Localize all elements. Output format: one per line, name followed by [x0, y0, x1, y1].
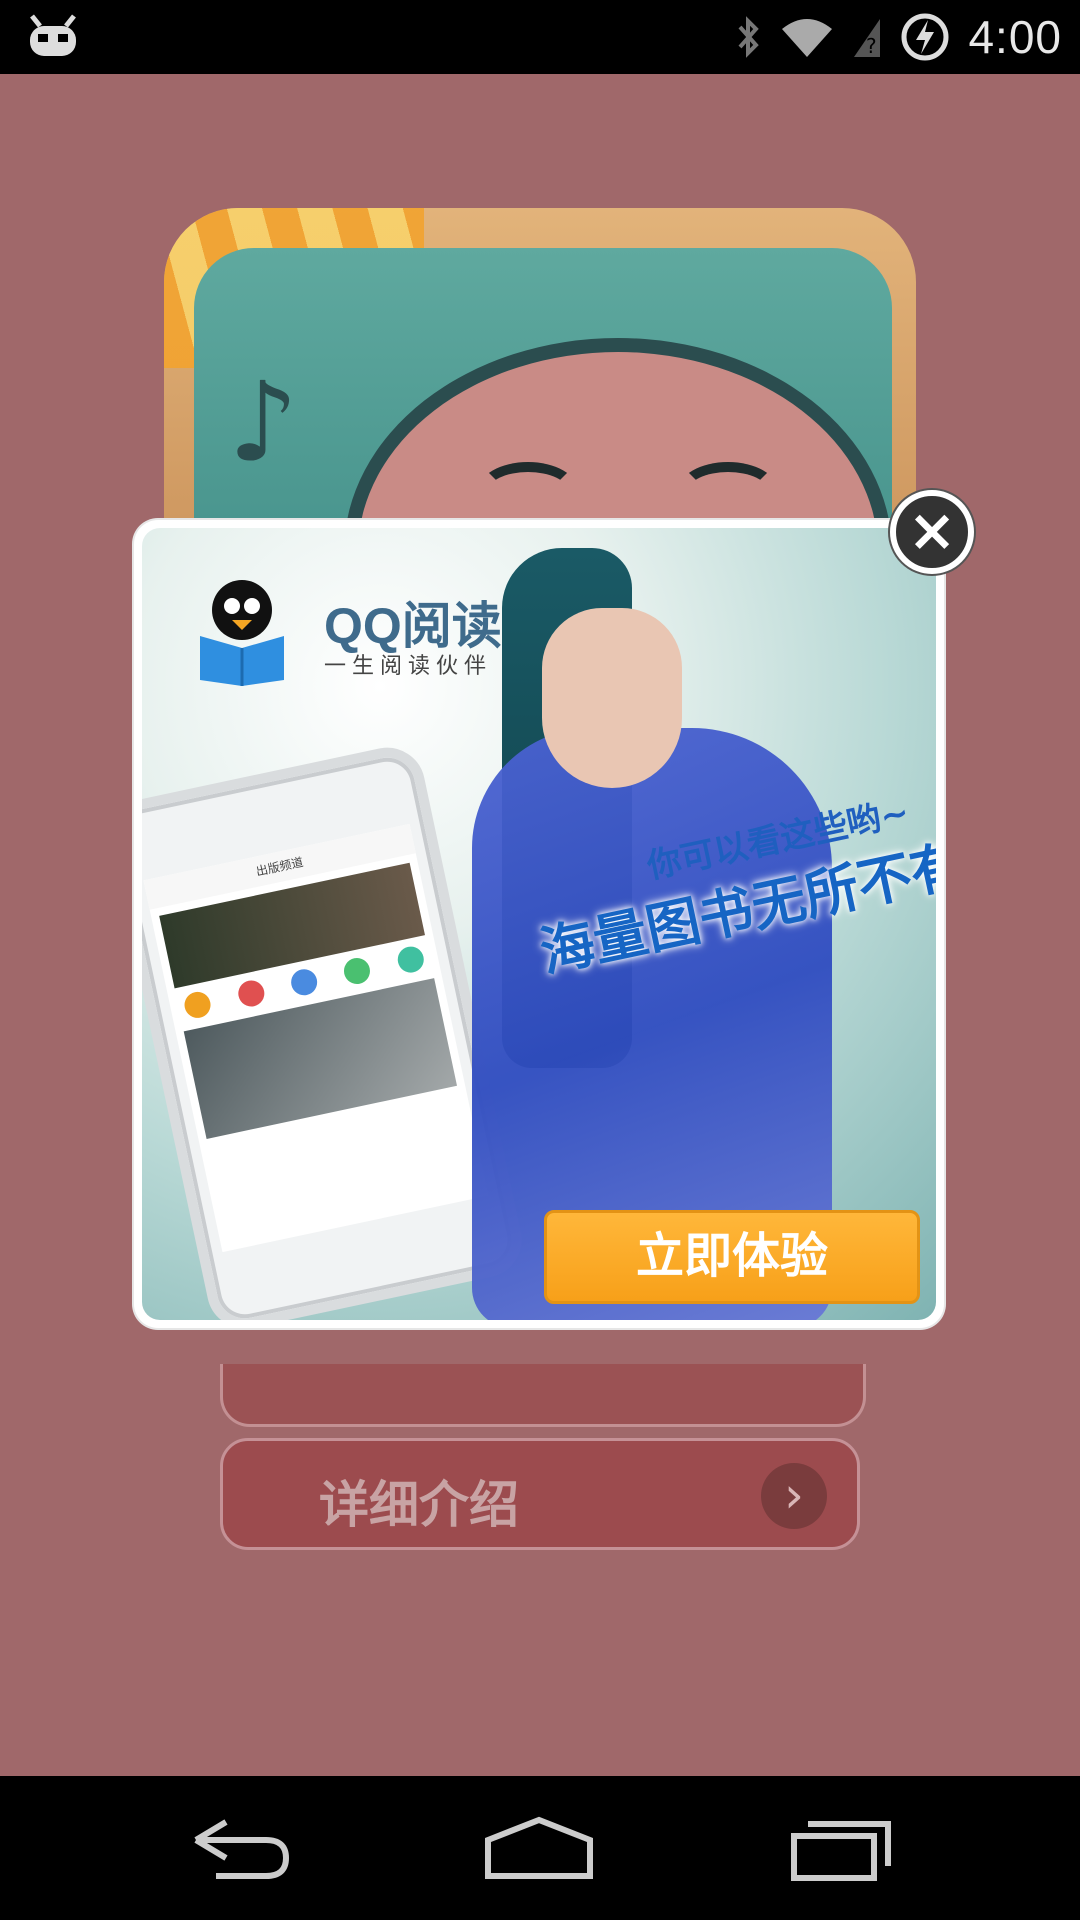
status-bar: ? 4:00	[0, 0, 1080, 74]
phone-mockup: 出版频道	[142, 740, 529, 1320]
recents-icon[interactable]	[786, 1814, 896, 1884]
music-note-icon: ♪	[228, 358, 299, 486]
no-signal-icon: ?	[854, 19, 881, 58]
qq-penguin-book-icon	[200, 580, 284, 686]
try-now-button[interactable]: 立即体验	[544, 1210, 920, 1304]
bluetooth-icon	[738, 16, 760, 58]
close-icon[interactable]: ×	[890, 490, 974, 574]
ad-dialog: QQ阅读 一生阅读伙伴 出版频道 你可以看这些哟~ 海量图书无所不有 立即体验	[134, 520, 944, 1328]
notification-bot-icon	[30, 14, 76, 56]
status-time: 4:00	[968, 11, 1062, 63]
ad-banner[interactable]: QQ阅读 一生阅读伙伴 出版频道 你可以看这些哟~ 海量图书无所不有 立即体验	[142, 528, 936, 1320]
hidden-button[interactable]	[220, 1364, 866, 1427]
detail-button[interactable]: 详细介绍 ›	[220, 1438, 860, 1550]
svg-text:?: ?	[866, 34, 877, 58]
ad-brand-tagline: 一生阅读伙伴	[324, 654, 493, 679]
phone-screen: 出版频道	[143, 823, 489, 1253]
home-icon[interactable]	[484, 1814, 594, 1884]
back-icon[interactable]	[186, 1814, 296, 1884]
chevron-right-icon: ›	[761, 1463, 827, 1529]
detail-button-label: 详细介绍	[319, 1476, 519, 1534]
navigation-bar	[0, 1776, 1080, 1920]
battery-charging-icon	[901, 13, 949, 61]
wifi-icon	[782, 19, 833, 57]
